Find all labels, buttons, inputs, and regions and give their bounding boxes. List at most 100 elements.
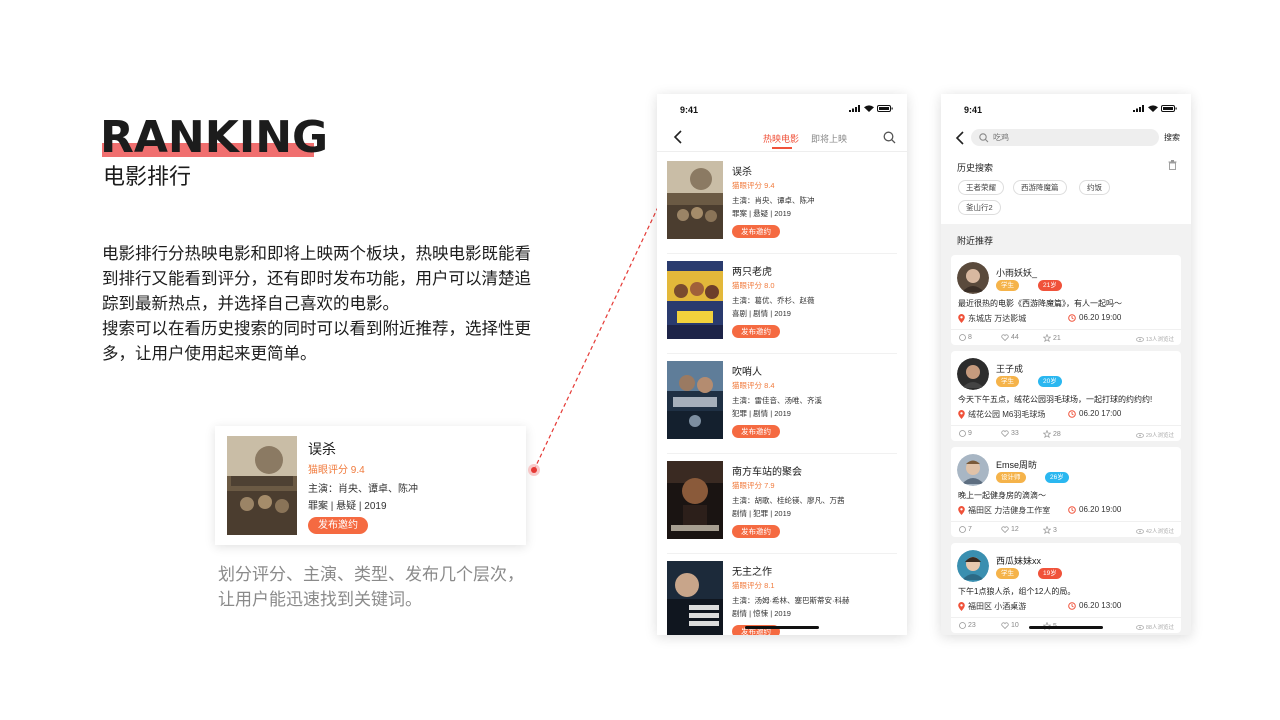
list-item[interactable]: 两只老虎 猫眼评分 8.0 主演：葛优、乔杉、赵薇 喜剧 | 剧情 | 2019… xyxy=(667,254,897,354)
history-tag[interactable]: 釜山行2 xyxy=(958,200,1001,215)
movie-cast: 主演：葛优、乔杉、赵薇 xyxy=(732,296,815,305)
location-pin-icon xyxy=(958,602,965,611)
status-icons xyxy=(849,105,893,112)
star-count[interactable]: 28 xyxy=(1043,430,1061,438)
post-text: 下午1点狼人杀，组个12人的局。 xyxy=(958,587,1076,596)
status-time: 9:41 xyxy=(680,105,699,115)
user-name: 西瓜妹妹xx xyxy=(996,556,1042,566)
occupation-badge: 设计师 xyxy=(996,472,1026,483)
location-pin-icon xyxy=(958,506,965,515)
like-count[interactable]: 10 xyxy=(1001,622,1019,629)
like-number: 44 xyxy=(1011,334,1019,341)
heart-icon xyxy=(1001,430,1009,437)
battery-icon xyxy=(1161,105,1177,112)
phone-search-screen: 9:41 吃鸡 搜索 历史搜索 王者荣耀 西游降魔篇 约饭 釜山行2 附近推荐 … xyxy=(941,94,1191,635)
card-divider xyxy=(951,329,1181,330)
comment-count[interactable]: 23 xyxy=(959,622,976,629)
occupation-badge: 学生 xyxy=(996,568,1019,579)
comment-number: 8 xyxy=(968,334,972,341)
eye-icon xyxy=(1135,432,1144,438)
eye-icon xyxy=(1135,336,1144,342)
post-text: 今天下午五点，绒花公园羽毛球场，一起打球的约约约! xyxy=(958,395,1153,404)
like-count[interactable]: 44 xyxy=(1001,334,1019,341)
phone-ranking-screen: 9:41 热映电影 即将上映 误杀 猫眼评分 9.4 主演：肖央、谭卓、陈冲 罪… xyxy=(657,94,907,635)
like-number: 10 xyxy=(1011,622,1019,629)
post-time: 06.20 19:00 xyxy=(1068,505,1121,514)
nearby-user-card[interactable]: 王子成 学生 20岁 今天下午五点，绒花公园羽毛球场，一起打球的约约约! 绒花公… xyxy=(951,351,1181,441)
tab-coming-soon[interactable]: 即将上映 xyxy=(811,132,847,145)
location-text: 福田区 力洁健身工作室 xyxy=(968,506,1051,515)
movie-cast: 主演：汤姆·希林、塞巴斯蒂安·科赫 xyxy=(732,596,850,605)
clock-icon xyxy=(1068,505,1076,514)
user-name: 王子成 xyxy=(996,364,1024,374)
comment-icon xyxy=(959,622,966,629)
comment-count[interactable]: 7 xyxy=(959,526,972,533)
nearby-user-card[interactable]: 西瓜妹妹xx 学生 19岁 下午1点狼人杀，组个12人的局。 福田区 小酒桌游 … xyxy=(951,543,1181,633)
view-count: 88人浏览过 xyxy=(1135,623,1174,631)
post-location: 福田区 力洁健身工作室 xyxy=(958,505,1050,516)
star-icon xyxy=(1043,526,1051,534)
movie-cast: 主演：胡歌、桂纶镁、廖凡、万茜 xyxy=(732,496,845,505)
status-bar: 9:41 xyxy=(657,94,907,122)
time-text: 06.20 19:00 xyxy=(1079,505,1122,514)
publish-invite-button[interactable]: 发布邀约 xyxy=(732,425,780,438)
nearby-title: 附近推荐 xyxy=(957,236,994,246)
history-tag[interactable]: 约饭 xyxy=(1079,180,1110,195)
post-location: 东城店 万达影城 xyxy=(958,313,1026,324)
battery-icon xyxy=(877,105,893,112)
search-button[interactable]: 搜索 xyxy=(1164,132,1180,143)
location-text: 东城店 万达影城 xyxy=(968,314,1027,323)
trash-icon[interactable] xyxy=(1168,160,1177,170)
back-arrow-icon[interactable] xyxy=(953,130,969,146)
star-icon xyxy=(1043,334,1051,342)
movie-list: 误杀 猫眼评分 9.4 主演：肖央、谭卓、陈冲 罪案 | 悬疑 | 2019 发… xyxy=(657,154,907,635)
list-item[interactable]: 误杀 猫眼评分 9.4 主演：肖央、谭卓、陈冲 罪案 | 悬疑 | 2019 发… xyxy=(667,154,897,254)
movie-score: 猫眼评分 8.4 xyxy=(732,381,775,390)
time-text: 06.20 17:00 xyxy=(1079,409,1122,418)
view-count: 29人浏览过 xyxy=(1135,431,1174,439)
tab-now-showing[interactable]: 热映电影 xyxy=(763,132,799,145)
post-location: 绒花公园 M6羽毛球场 xyxy=(958,409,1045,420)
nearby-user-card[interactable]: 小雨妖妖_ 学生 21岁 最近很热的电影《西游降魔篇》，有人一起吗～ 东城店 万… xyxy=(951,255,1181,345)
history-tag[interactable]: 王者荣耀 xyxy=(958,180,1004,195)
like-count[interactable]: 12 xyxy=(1001,526,1019,533)
search-input[interactable]: 吃鸡 xyxy=(971,129,1159,146)
search-icon[interactable] xyxy=(883,131,896,144)
list-item[interactable]: 无主之作 猫眼评分 8.1 主演：汤姆·希林、塞巴斯蒂安·科赫 剧情 | 惊悚 … xyxy=(667,554,897,635)
comment-icon xyxy=(959,430,966,437)
publish-invite-button[interactable]: 发布邀约 xyxy=(732,225,780,238)
age-badge: 19岁 xyxy=(1038,568,1062,579)
nav-header: 热映电影 即将上映 xyxy=(657,122,907,152)
star-number: 3 xyxy=(1053,526,1057,534)
comment-number: 7 xyxy=(968,526,972,533)
movie-cast: 主演：肖央、谭卓、陈冲 xyxy=(732,196,815,205)
comment-icon xyxy=(959,526,966,533)
eye-icon xyxy=(1135,624,1144,630)
card-divider xyxy=(951,425,1181,426)
view-text: 42人浏览过 xyxy=(1145,529,1174,535)
nearby-user-card[interactable]: Emse周昉 设计师 26岁 晚上一起健身房的滴滴～ 福田区 力洁健身工作室 0… xyxy=(951,447,1181,537)
star-count[interactable]: 21 xyxy=(1043,334,1061,342)
comment-count[interactable]: 8 xyxy=(959,334,972,341)
history-tag[interactable]: 西游降魔篇 xyxy=(1013,180,1067,195)
star-number: 28 xyxy=(1053,430,1061,438)
time-text: 06.20 13:00 xyxy=(1079,601,1122,610)
comment-count[interactable]: 9 xyxy=(959,430,972,437)
list-item[interactable]: 南方车站的聚会 猫眼评分 7.9 主演：胡歌、桂纶镁、廖凡、万茜 剧情 | 犯罪… xyxy=(667,454,897,554)
occupation-badge: 学生 xyxy=(996,376,1019,387)
status-icons xyxy=(1133,105,1177,112)
clock-icon xyxy=(1068,313,1076,322)
clock-icon xyxy=(1068,601,1076,610)
like-count[interactable]: 33 xyxy=(1001,430,1019,437)
time-text: 06.20 19:00 xyxy=(1079,313,1122,322)
location-text: 福田区 小酒桌游 xyxy=(968,602,1027,611)
publish-invite-button[interactable]: 发布邀约 xyxy=(732,525,780,538)
star-count[interactable]: 3 xyxy=(1043,526,1057,534)
movie-poster-image xyxy=(667,261,723,339)
occupation-badge: 学生 xyxy=(996,280,1019,291)
publish-invite-button[interactable]: 发布邀约 xyxy=(732,325,780,338)
search-icon xyxy=(979,133,989,143)
back-arrow-icon[interactable] xyxy=(671,129,687,145)
comment-number: 23 xyxy=(968,622,976,629)
list-item[interactable]: 吹哨人 猫眼评分 8.4 主演：雷佳音、汤唯、齐溪 犯罪 | 剧情 | 2019… xyxy=(667,354,897,454)
